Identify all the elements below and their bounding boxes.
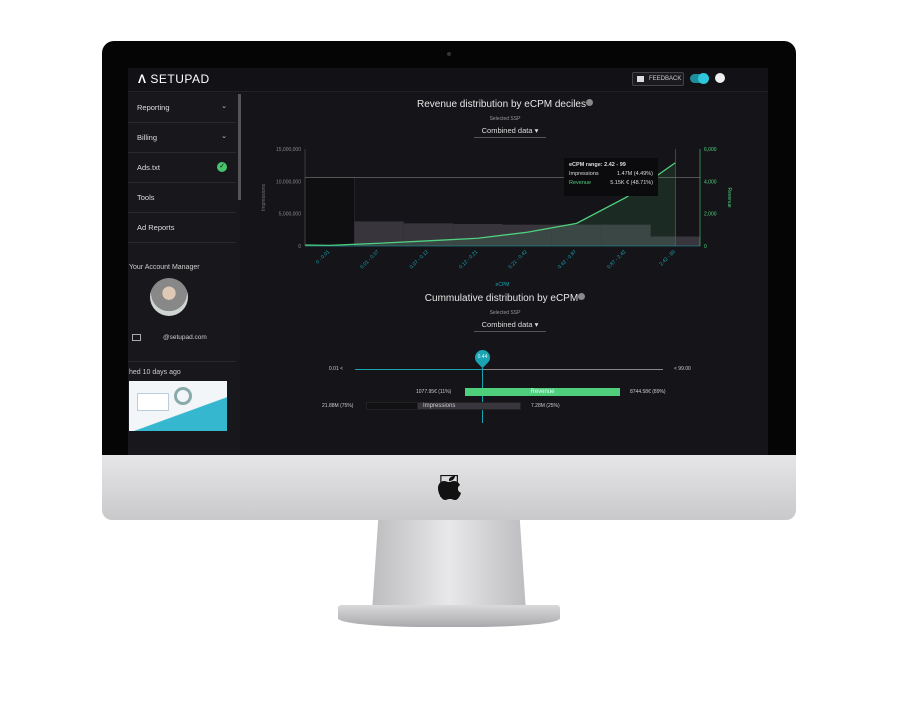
x-tick-label: 0.12 - 0.21: [458, 249, 479, 270]
slider-min-label: 0.01 <: [329, 366, 344, 372]
chart1-title: Revenue distribution by eCPM deciles: [305, 99, 705, 110]
theme-toggle[interactable]: [690, 73, 709, 84]
tooltip-range: eCPM range: 2.42 - 99: [569, 162, 626, 168]
news-caption: hed 10 days ago: [129, 369, 181, 376]
sidebar-item-billing[interactable]: Billing ⌄: [128, 123, 236, 153]
feedback-icon: [637, 76, 644, 82]
slider-max-label: < 99.00: [674, 366, 691, 372]
x-tick-label: 0.42 - 0.87: [557, 249, 578, 270]
mail-icon: [132, 334, 141, 341]
y2-tick-label: 4,000: [704, 179, 717, 185]
camera: [447, 52, 451, 56]
y-tick-label: 0: [298, 244, 301, 250]
info-icon[interactable]: [585, 99, 593, 106]
impressions-left-value: 21.88M (75%): [322, 403, 354, 409]
y2-axis-label: Revenue: [726, 187, 732, 207]
sidebar-item-ad-reports[interactable]: Ad Reports: [128, 213, 236, 243]
chart2-ssp-select[interactable]: Combined data ▾: [474, 320, 546, 332]
sidebar: Reporting ⌄ Billing ⌄ Ads.txt ✓ Tools Ad Re…: [128, 93, 240, 455]
y-tick-label: 5,000,000: [279, 212, 301, 218]
tooltip-revenue-value: 5.15K € (48.71%): [610, 180, 653, 186]
account-manager-title: Your Account Manager: [129, 264, 200, 271]
y-tick-label: 15,000,000: [276, 147, 301, 153]
screen: Λ SETUPAD FEEDBACK Reporting ⌄ Billing ⌄ A…: [128, 68, 768, 455]
x-tick-label: 0 - 0.01: [315, 249, 331, 265]
chart2-title: Cummulative distribution by eCPM: [305, 293, 705, 304]
news-thumbnail[interactable]: [129, 381, 227, 431]
x-tick-label: 0.01 - 0.07: [359, 249, 380, 270]
feedback-button[interactable]: FEEDBACK: [632, 72, 684, 86]
sidebar-item-ads-txt[interactable]: Ads.txt ✓: [128, 153, 236, 183]
y-tick-label: 10,000,000: [276, 179, 301, 185]
user-account-icon[interactable]: [715, 73, 725, 83]
revenue-bar: Revenue: [465, 388, 620, 396]
x-tick-label: 0.07 - 0.12: [409, 249, 430, 270]
x-tick-label: 0.21 - 0.42: [507, 249, 528, 270]
chart-tooltip: eCPM range: 2.42 - 99 Impressions 1.47M (…: [564, 158, 658, 196]
check-circle-icon: ✓: [217, 162, 227, 172]
x-axis-label: eCPM: [496, 282, 510, 288]
top-bar: Λ SETUPAD FEEDBACK: [128, 68, 768, 92]
apple-logo-icon: : [433, 468, 465, 504]
monitor-base: [338, 605, 560, 627]
y2-tick-label: 2,000: [704, 212, 717, 218]
ecpm-slider-fill: [355, 369, 482, 370]
impressions-bar: Impressions: [366, 402, 521, 410]
chevron-down-icon: ⌄: [221, 103, 227, 110]
tooltip-revenue-label: Revenue: [569, 180, 592, 186]
y2-tick-label: 6,000: [704, 147, 717, 153]
tooltip-impressions-value: 1.47M (4.49%): [616, 171, 653, 177]
sidebar-item-reporting[interactable]: Reporting ⌄: [128, 93, 236, 123]
info-icon[interactable]: [578, 293, 586, 300]
sidebar-item-tools[interactable]: Tools: [128, 183, 236, 213]
revenue-right-value: 8744.58€ (89%): [630, 389, 666, 395]
chart2-ssp-label: Selected SSP: [489, 310, 521, 316]
chart1-ssp-label: Selected SSP: [489, 116, 521, 122]
revenue-left-value: 1077.95€ (11%): [416, 389, 452, 395]
impressions-right-value: 7.28M (25%): [531, 403, 560, 409]
x-tick-label: 0.87 - 2.42: [606, 249, 627, 270]
x-tick-label: 2.42 - 99: [659, 249, 677, 267]
manager-email[interactable]: @setupad.com: [163, 334, 207, 341]
divider: [128, 361, 236, 362]
chevron-down-icon: ⌄: [221, 133, 227, 140]
y2-tick-label: 0: [704, 244, 707, 250]
slider-value: 0.44: [477, 354, 488, 360]
revenue-decile-chart: 0 5,000,000 10,000,000 15,000,000 0 2,000 4,00…: [261, 147, 732, 288]
chart1-ssp-select[interactable]: Combined data ▾: [474, 126, 546, 138]
monitor-stand: [372, 520, 526, 612]
setupad-logo[interactable]: Λ SETUPAD: [138, 72, 210, 86]
account-manager-avatar: [150, 278, 188, 316]
y-axis-label: Impressions: [261, 184, 267, 211]
tooltip-impressions-label: Impressions: [569, 171, 599, 177]
impressions-bar: [304, 177, 355, 247]
sidebar-scrollbar[interactable]: [238, 94, 241, 200]
